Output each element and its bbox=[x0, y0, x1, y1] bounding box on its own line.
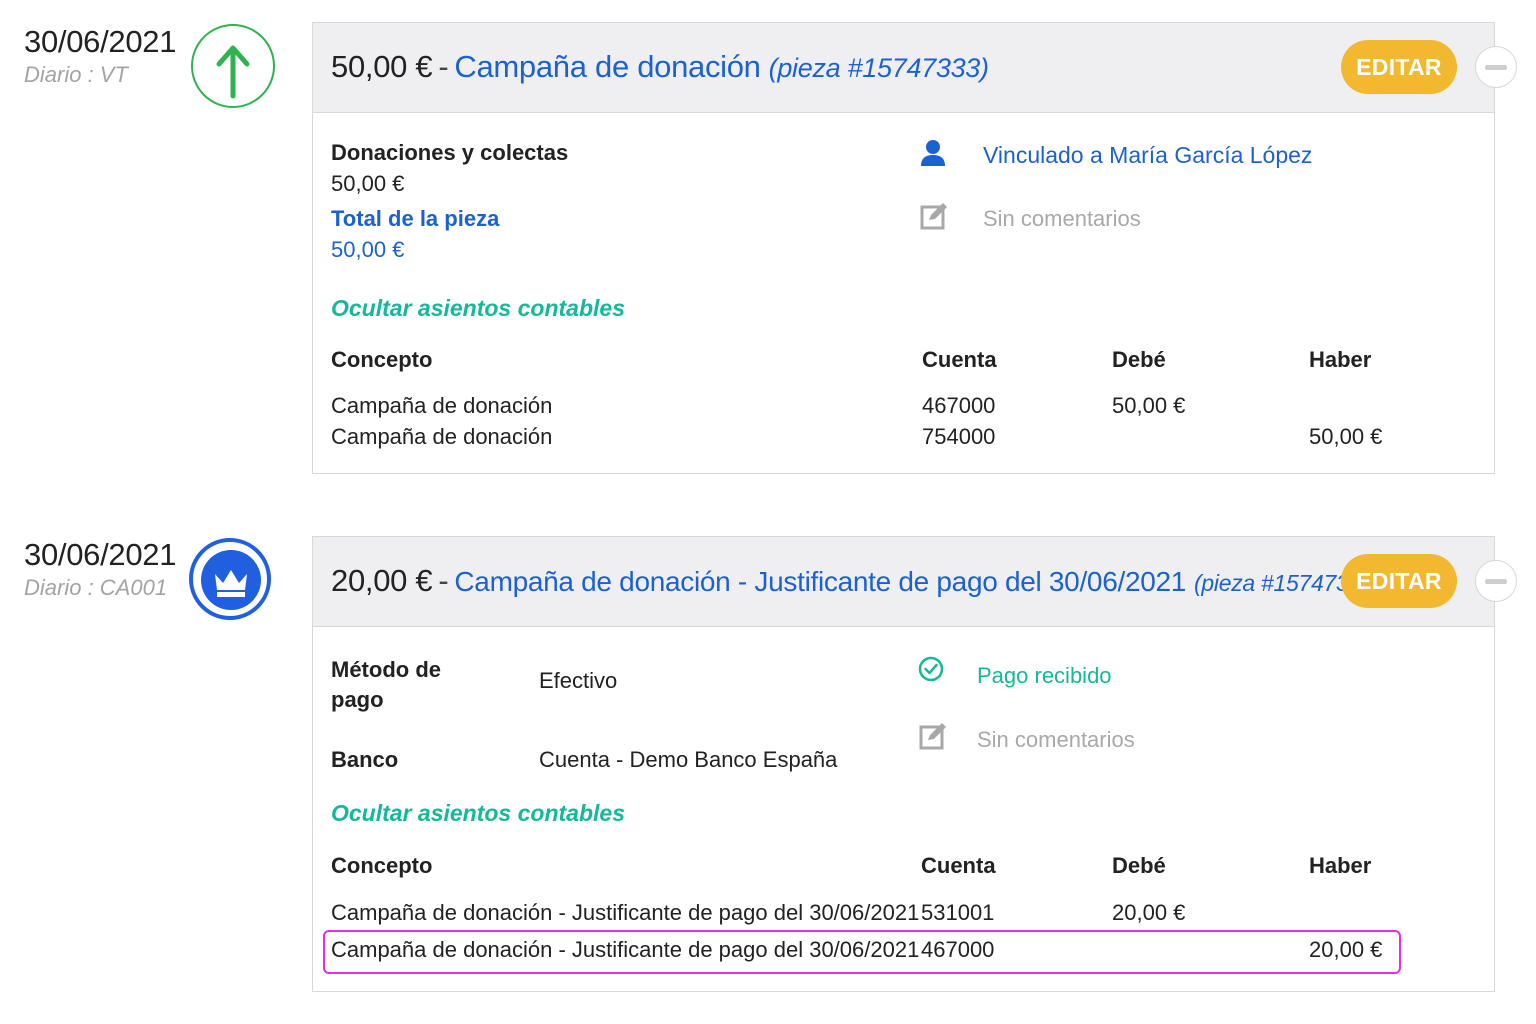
entry-card: 50,00 € - Campaña de donación (pieza #15747… bbox=[312, 22, 1517, 474]
row-concepto: Campaña de donación - Justificante de pa… bbox=[331, 900, 920, 925]
row-haber: 20,00 € bbox=[1309, 937, 1383, 962]
card-header: 20,00 € - Campaña de donación - Justifican… bbox=[313, 537, 1517, 627]
user-icon bbox=[919, 139, 947, 167]
entry-date: 30/06/2021 bbox=[24, 24, 177, 59]
edit-button[interactable]: EDITAR bbox=[1341, 554, 1457, 608]
check-circle-icon bbox=[918, 656, 944, 682]
row-cuenta: 531001 bbox=[921, 900, 995, 925]
row-concepto: Campaña de donación - Justificante de pa… bbox=[331, 937, 920, 962]
card-title: 50,00 € - Campaña de donación (pieza #15747… bbox=[331, 49, 989, 85]
category-amount: 50,00 € bbox=[331, 171, 405, 196]
payment-method-value: Efectivo bbox=[539, 668, 618, 693]
comments-text[interactable]: Sin comentarios bbox=[977, 727, 1135, 753]
title-separator: - bbox=[438, 49, 449, 84]
card-title: 20,00 € - Campaña de donación - Justifican… bbox=[331, 563, 1381, 599]
entry-journal: Diario : VT bbox=[24, 62, 128, 87]
arrow-up-icon bbox=[191, 24, 275, 108]
card-header: 50,00 € - Campaña de donación (pieza #15747… bbox=[313, 23, 1517, 113]
row-cuenta: 467000 bbox=[922, 393, 996, 418]
category-label: Donaciones y colectas bbox=[331, 140, 569, 165]
collapse-button[interactable] bbox=[1475, 46, 1517, 88]
entry-date: 30/06/2021 bbox=[24, 537, 177, 572]
linked-contact-link[interactable]: Vinculado a María García López bbox=[983, 142, 1312, 169]
toggle-entries-link[interactable]: Ocultar asientos contables bbox=[331, 800, 625, 827]
col-header-debe: Debé bbox=[1112, 347, 1166, 372]
col-header-concepto: Concepto bbox=[331, 853, 433, 878]
crown-icon bbox=[189, 538, 271, 620]
row-cuenta: 467000 bbox=[921, 937, 995, 962]
title-separator: - bbox=[438, 563, 449, 598]
entry-card: 20,00 € - Campaña de donación - Justifican… bbox=[312, 536, 1517, 992]
total-amount: 50,00 € bbox=[331, 237, 405, 262]
col-header-haber: Haber bbox=[1309, 853, 1372, 878]
col-header-cuenta: Cuenta bbox=[921, 853, 996, 878]
edit-button[interactable]: EDITAR bbox=[1341, 40, 1457, 94]
minus-icon bbox=[1485, 65, 1507, 70]
entry-amount: 20,00 € bbox=[331, 563, 433, 598]
total-label: Total de la pieza bbox=[331, 206, 500, 231]
bank-value: Cuenta - Demo Banco España bbox=[539, 747, 838, 772]
entry-date-col: 30/06/2021 Diario : CA001 bbox=[24, 537, 176, 601]
edit-note-icon bbox=[919, 722, 947, 750]
collapse-button[interactable] bbox=[1475, 560, 1517, 602]
col-header-concepto: Concepto bbox=[331, 347, 433, 372]
entry-title-link[interactable]: Campaña de donación bbox=[454, 49, 761, 84]
row-concepto: Campaña de donación bbox=[331, 424, 553, 449]
entry-date-col: 30/06/2021 Diario : VT bbox=[24, 24, 176, 88]
edit-note-icon bbox=[920, 202, 948, 230]
toggle-entries-link[interactable]: Ocultar asientos contables bbox=[331, 295, 625, 322]
entry-title-link[interactable]: Campaña de donación - Justificante de pa… bbox=[454, 566, 1186, 597]
col-header-cuenta: Cuenta bbox=[922, 347, 997, 372]
row-cuenta: 754000 bbox=[922, 424, 996, 449]
row-haber: 50,00 € bbox=[1309, 424, 1383, 449]
row-concepto: Campaña de donación bbox=[331, 393, 553, 418]
row-debe: 20,00 € bbox=[1112, 900, 1186, 925]
minus-icon bbox=[1485, 579, 1507, 584]
payment-status: Pago recibido bbox=[977, 663, 1112, 688]
comments-text[interactable]: Sin comentarios bbox=[983, 206, 1141, 232]
bank-label: Banco bbox=[331, 747, 399, 772]
entry-reference: (pieza #15747333) bbox=[768, 53, 989, 83]
col-header-debe: Debé bbox=[1112, 853, 1166, 878]
row-debe: 50,00 € bbox=[1112, 393, 1186, 418]
col-header-haber: Haber bbox=[1309, 347, 1372, 372]
payment-method-label: Método de pago bbox=[331, 657, 441, 712]
entry-journal: Diario : CA001 bbox=[24, 575, 168, 600]
entry-amount: 50,00 € bbox=[331, 49, 433, 84]
